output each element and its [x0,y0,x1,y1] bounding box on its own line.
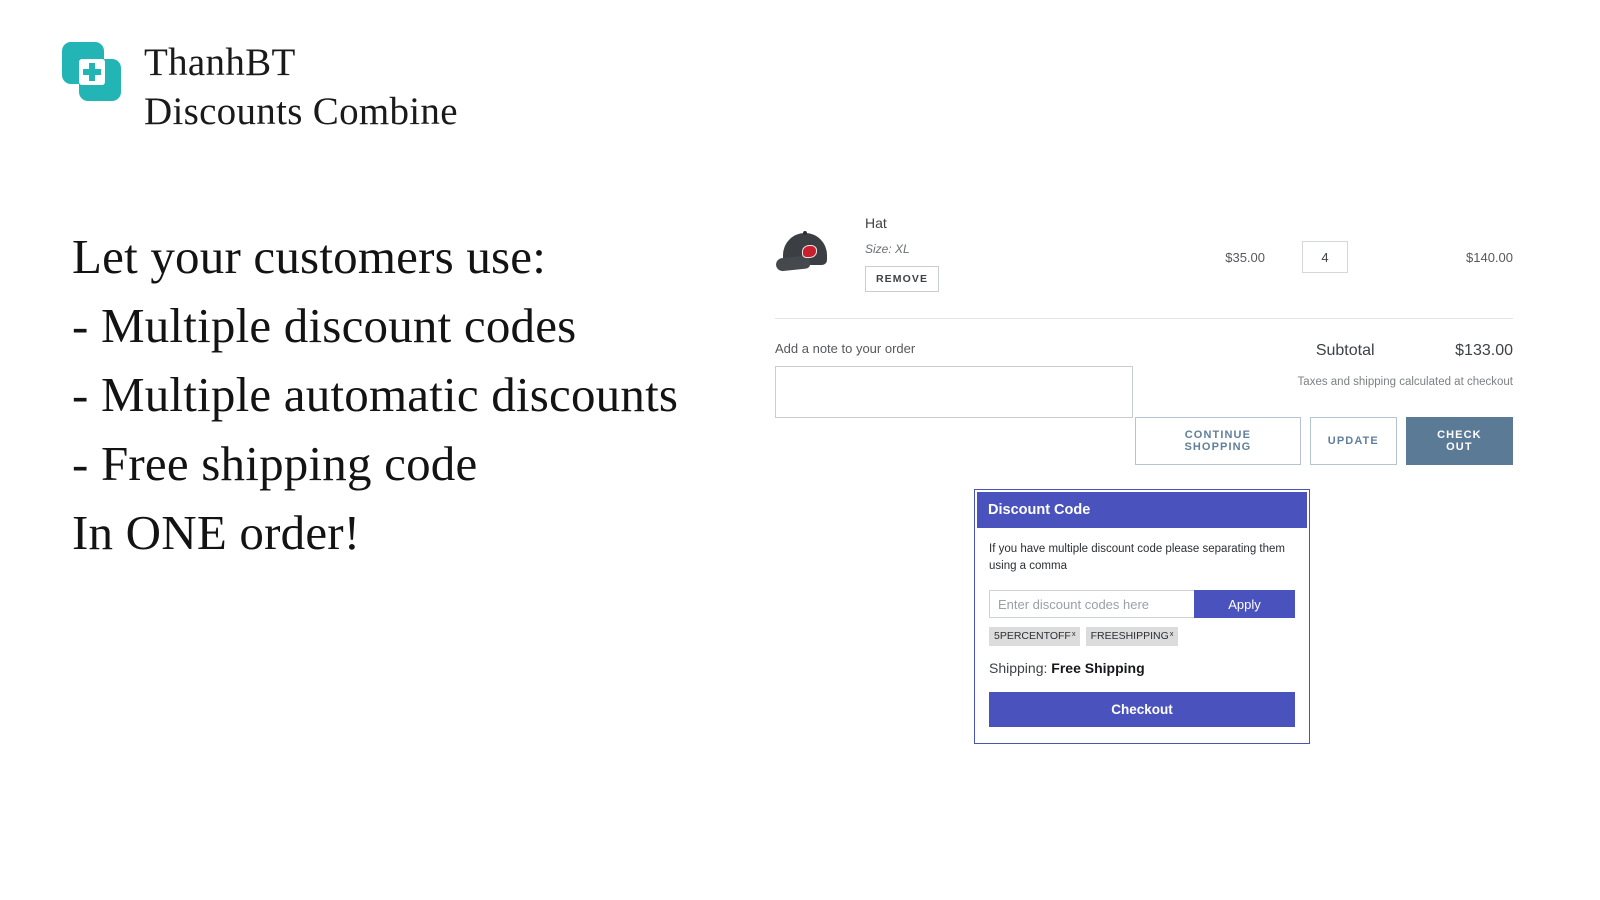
brand-title-line-2: Discounts Combine [144,90,458,133]
cart-item-variant: Size: XL [865,242,910,256]
cap-logo-shape [802,245,817,258]
cart-totals-column: Subtotal $133.00 Taxes and shipping calc… [1135,341,1513,465]
order-note-label: Add a note to your order [775,341,916,356]
continue-shopping-button[interactable]: CONTINUE SHOPPING [1135,417,1301,465]
applied-discount-tags: 5PERCENTOFF x FREESHIPPING x [989,627,1295,646]
cart-action-buttons: CONTINUE SHOPPING UPDATE CHECK OUT [1135,417,1513,465]
baseball-cap-image[interactable] [775,225,835,283]
discount-input-row: Apply [989,590,1295,618]
brand-title-line-1: ThanhBT [144,41,296,84]
discount-tag-label: FREESHIPPING [1090,630,1169,642]
headline-line-5: In ONE order! [72,505,361,560]
subtotal-value: $133.00 [1455,342,1513,359]
plus-icon-vertical-bar [89,63,95,81]
cart-item-info: Hat Size: XL REMOVE [865,215,1115,292]
discount-panel-title: Discount Code [977,492,1307,528]
cart-item-quantity-wrapper [1265,215,1385,273]
headline-line-1: Let your customers use: [72,229,547,284]
headline-line-2: - Multiple discount codes [72,298,577,353]
cart-line-item-row: Hat Size: XL REMOVE $35.00 $140.00 [775,215,1513,319]
headline-block: Let your customers use: - Multiple disco… [72,222,678,567]
discount-panel-hint: If you have multiple discount code pleas… [989,543,1285,572]
overlapping-squares-plus-icon [62,42,122,102]
remove-item-button[interactable]: REMOVE [865,266,940,292]
cart-item-line-total: $140.00 [1466,250,1513,265]
shipping-label: Shipping: [989,660,1048,676]
update-cart-button[interactable]: UPDATE [1309,417,1397,465]
discount-panel-body: If you have multiple discount code pleas… [977,528,1307,741]
brand-header: ThanhBT Discounts Combine [62,38,458,136]
panel-checkout-button[interactable]: Checkout [989,692,1295,727]
cart-footer: Add a note to your order Subtotal $133.0… [775,341,1513,465]
check-out-button[interactable]: CHECK OUT [1405,417,1513,465]
discount-tag[interactable]: 5PERCENTOFF x [989,627,1080,646]
cart-item-unit-price: $35.00 [1225,250,1265,265]
quantity-input[interactable] [1302,241,1348,273]
order-note-textarea[interactable] [775,366,1133,418]
close-icon[interactable]: x [1072,630,1076,638]
shipping-method-line: Shipping: Free Shipping [989,660,1295,676]
cart-panel: Hat Size: XL REMOVE $35.00 $140.00 Add a… [775,215,1513,465]
cart-item-title[interactable]: Hat [865,215,1115,231]
headline-line-4: - Free shipping code [72,436,478,491]
subtotal-label: Subtotal [1315,342,1375,359]
tax-shipping-note: Taxes and shipping calculated at checkou… [1297,376,1513,388]
apply-discount-button[interactable]: Apply [1194,590,1295,618]
order-note-column: Add a note to your order [775,341,1135,465]
shipping-value: Free Shipping [1051,660,1145,676]
discount-tag[interactable]: FREESHIPPING x [1085,627,1178,646]
cap-button-shape [803,231,807,235]
discount-code-input[interactable] [989,590,1194,618]
discount-code-panel: Discount Code If you have multiple disco… [974,489,1310,744]
brand-title: ThanhBT Discounts Combine [144,38,458,136]
headline-line-3: - Multiple automatic discounts [72,367,679,422]
subtotal-line: Subtotal $133.00 [1135,342,1513,360]
close-icon[interactable]: x [1170,630,1174,638]
discount-tag-label: 5PERCENTOFF [994,630,1071,642]
